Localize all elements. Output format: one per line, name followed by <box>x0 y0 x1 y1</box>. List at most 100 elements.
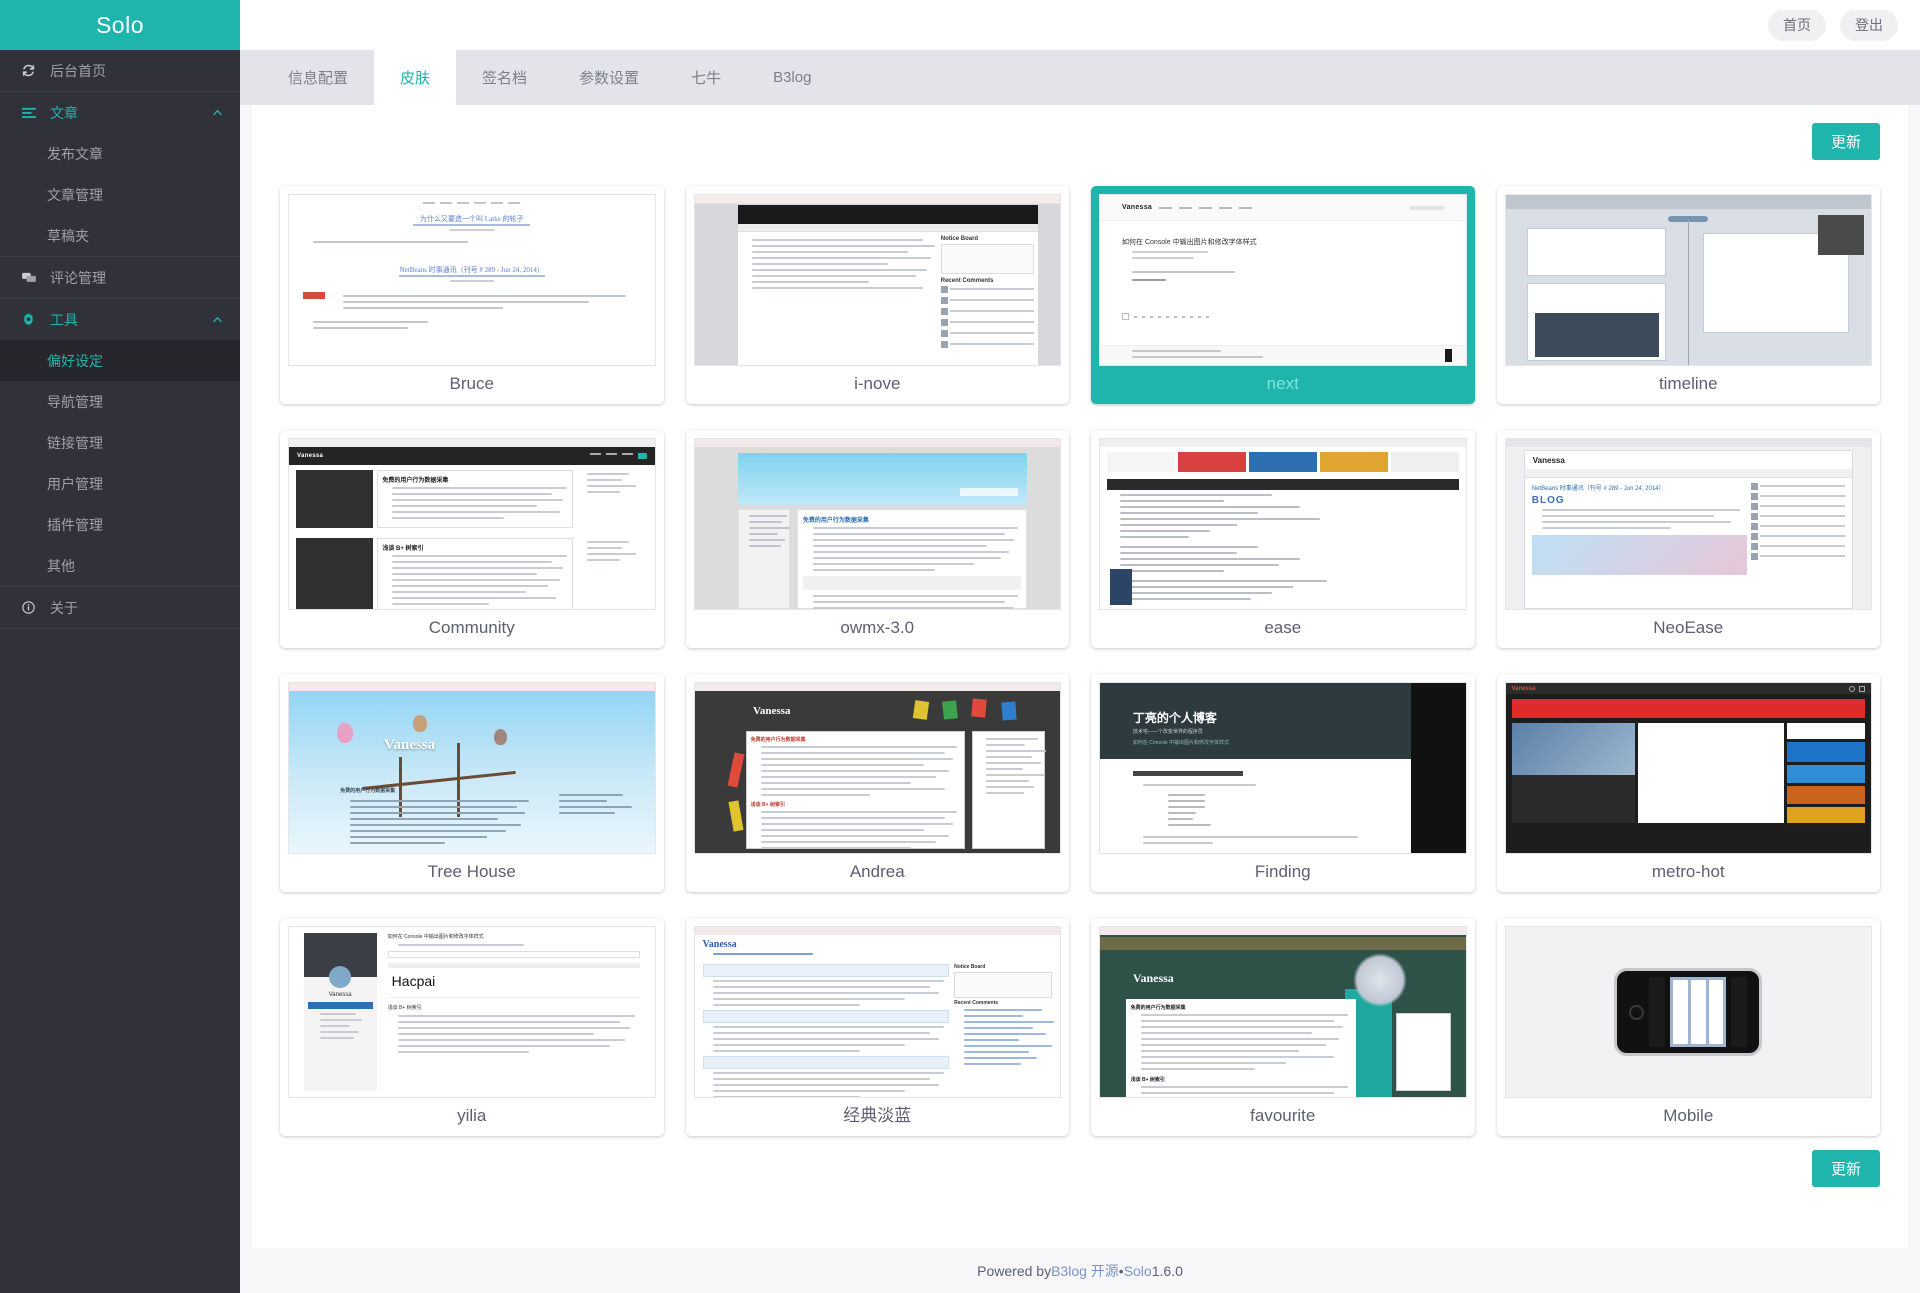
skin-label: 经典淡蓝 <box>694 1098 1062 1136</box>
skin-label: Tree House <box>288 854 656 892</box>
sidebar-item-文章[interactable]: 文章 <box>0 92 240 133</box>
sidebar-group-2: 评论管理 <box>0 257 240 299</box>
sidebar-item-文章管理[interactable]: 文章管理 <box>0 174 240 215</box>
skin-label: Finding <box>1099 854 1467 892</box>
sidebar-item-工具[interactable]: 工具 <box>0 299 240 340</box>
skin-thumbnail: VanessaNotice BoardRecent Comments <box>694 926 1062 1098</box>
main-region: 首页 登出 信息配置 皮肤 签名档 参数设置 七牛 B3log 更新 为什么又要造一个叫 … <box>240 0 1920 1293</box>
tab-参数设置[interactable]: 参数设置 <box>553 50 665 105</box>
sidebar-item-label: 发布文章 <box>47 144 103 164</box>
skin-grid: 为什么又要造一个叫 Latke 的轮子NetBeans 时事通讯（刊号 # 28… <box>280 186 1880 1136</box>
skins-panel: 更新 为什么又要造一个叫 Latke 的轮子NetBeans 时事通讯（刊号 #… <box>252 105 1908 1248</box>
skin-card-owmx-3.0[interactable]: 免费的用户行为数据采集owmx-3.0 <box>686 430 1070 648</box>
chevron-up-icon[interactable] <box>213 107 222 118</box>
sidebar-group-0: 后台首页 <box>0 50 240 92</box>
tab-label: 参数设置 <box>579 67 639 88</box>
skin-thumbnail <box>1505 194 1873 366</box>
sidebar-item-label: 偏好设定 <box>47 351 103 371</box>
skin-card-yilia[interactable]: Vanessa如何在 Console 中输出图片和修改字体样式Hacpai浅谈 … <box>280 918 664 1136</box>
sidebar-item-评论管理[interactable]: 评论管理 <box>0 257 240 298</box>
tab-B3log[interactable]: B3log <box>747 50 837 105</box>
skin-label: metro-hot <box>1505 854 1873 892</box>
brand-logo[interactable]: Solo <box>0 0 240 50</box>
sidebar-item-偏好设定[interactable]: 偏好设定 <box>0 340 240 381</box>
skin-card-Bruce[interactable]: 为什么又要造一个叫 Latke 的轮子NetBeans 时事通讯（刊号 # 28… <box>280 186 664 404</box>
skin-thumbnail <box>1099 438 1467 610</box>
sidebar-item-label: 文章 <box>50 103 78 123</box>
tab-信息配置[interactable]: 信息配置 <box>262 50 374 105</box>
skin-card-ease[interactable]: ease <box>1091 430 1475 648</box>
sidebar-item-label: 插件管理 <box>47 515 103 535</box>
skin-label: yilia <box>288 1098 656 1136</box>
skin-thumbnail: VanessaNetBeans 时事通讯（刊号 # 289 - Jun 24, … <box>1505 438 1873 610</box>
skin-thumbnail <box>1505 926 1873 1098</box>
tab-签名档[interactable]: 签名档 <box>456 50 553 105</box>
skin-card-Finding[interactable]: 丁亮的个人博客技术宅——个改变世界的程序员如何在 Console 中输出图片和修… <box>1091 674 1475 892</box>
skin-thumbnail: 免费的用户行为数据采集 <box>694 438 1062 610</box>
sidebar-item-其他[interactable]: 其他 <box>0 545 240 586</box>
sidebar-item-关于[interactable]: 关于 <box>0 587 240 628</box>
info-icon <box>22 601 42 615</box>
tab-皮肤[interactable]: 皮肤 <box>374 50 456 105</box>
tab-七牛[interactable]: 七牛 <box>665 50 747 105</box>
tab-bar: 信息配置 皮肤 签名档 参数设置 七牛 B3log <box>240 50 1920 105</box>
update-button-top[interactable]: 更新 <box>1812 123 1880 160</box>
footer-solo-link[interactable]: Solo <box>1124 1263 1152 1279</box>
sidebar-item-label: 导航管理 <box>47 392 103 412</box>
tab-label: B3log <box>773 69 811 86</box>
top-action-row: 更新 <box>280 123 1880 160</box>
skin-card-Community[interactable]: Vanessa免费的用户行为数据采集浅谈 B+ 树索引Community <box>280 430 664 648</box>
sidebar-item-链接管理[interactable]: 链接管理 <box>0 422 240 463</box>
home-button[interactable]: 首页 <box>1768 10 1826 41</box>
sidebar-item-后台首页[interactable]: 后台首页 <box>0 50 240 91</box>
skin-card-next[interactable]: Vanessa如何在 Console 中输出图片和修改字体样式next <box>1091 186 1475 404</box>
chevron-up-icon[interactable] <box>213 314 222 325</box>
skin-card-NeoEase[interactable]: VanessaNetBeans 时事通讯（刊号 # 289 - Jun 24, … <box>1497 430 1881 648</box>
bottom-action-row: 更新 <box>280 1150 1880 1187</box>
gear-icon <box>22 313 42 327</box>
skin-label: favourite <box>1099 1098 1467 1136</box>
sidebar-item-label: 关于 <box>50 598 78 618</box>
sidebar-group-3: 工具偏好设定导航管理链接管理用户管理插件管理其他 <box>0 299 240 587</box>
skin-card-Tree House[interactable]: Vanessa免费的用户行为数据采集Tree House <box>280 674 664 892</box>
skin-card-favourite[interactable]: Vanessa免费的用户行为数据采集浅谈 B+ 树索引favourite <box>1091 918 1475 1136</box>
sidebar-item-草稿夹[interactable]: 草稿夹 <box>0 215 240 256</box>
skin-card-Andrea[interactable]: Vanessa免费的用户行为数据采集浅谈 B+ 树索引Andrea <box>686 674 1070 892</box>
skin-thumbnail: Vanessa如何在 Console 中输出图片和修改字体样式 <box>1099 194 1467 366</box>
skin-label: next <box>1099 366 1467 404</box>
skin-card-i-nove[interactable]: Notice BoardRecent Commentsi-nove <box>686 186 1070 404</box>
skin-thumbnail: 丁亮的个人博客技术宅——个改变世界的程序员如何在 Console 中输出图片和修… <box>1099 682 1467 854</box>
sidebar-item-插件管理[interactable]: 插件管理 <box>0 504 240 545</box>
skin-label: i-nove <box>694 366 1062 404</box>
sidebar-group-4: 关于 <box>0 587 240 629</box>
sidebar-item-用户管理[interactable]: 用户管理 <box>0 463 240 504</box>
tab-label: 签名档 <box>482 67 527 88</box>
footer-b3log-link[interactable]: B3log 开源 <box>1051 1261 1119 1281</box>
skin-card-metro-hot[interactable]: Vanessametro-hot <box>1497 674 1881 892</box>
skin-label: timeline <box>1505 366 1873 404</box>
skin-label: Bruce <box>288 366 656 404</box>
content-panel: 更新 为什么又要造一个叫 Latke 的轮子NetBeans 时事通讯（刊号 #… <box>240 105 1920 1248</box>
list-icon <box>22 106 42 120</box>
skin-card-Mobile[interactable]: Mobile <box>1497 918 1881 1136</box>
skin-thumbnail: Vanessa免费的用户行为数据采集 <box>288 682 656 854</box>
footer-prefix: Powered by <box>977 1263 1051 1279</box>
tab-label: 皮肤 <box>400 67 430 88</box>
skin-label: NeoEase <box>1505 610 1873 648</box>
sidebar: Solo 后台首页文章发布文章文章管理草稿夹评论管理工具偏好设定导航管理链接管理… <box>0 0 240 1293</box>
skin-label: owmx-3.0 <box>694 610 1062 648</box>
skin-thumbnail: Vanessa免费的用户行为数据采集浅谈 B+ 树索引 <box>288 438 656 610</box>
sidebar-nav: 后台首页文章发布文章文章管理草稿夹评论管理工具偏好设定导航管理链接管理用户管理插… <box>0 50 240 629</box>
sidebar-item-发布文章[interactable]: 发布文章 <box>0 133 240 174</box>
sidebar-group-1: 文章发布文章文章管理草稿夹 <box>0 92 240 257</box>
skin-thumbnail: Vanessa如何在 Console 中输出图片和修改字体样式Hacpai浅谈 … <box>288 926 656 1098</box>
skin-label: Mobile <box>1505 1098 1873 1136</box>
sidebar-item-导航管理[interactable]: 导航管理 <box>0 381 240 422</box>
skin-thumbnail: 为什么又要造一个叫 Latke 的轮子NetBeans 时事通讯（刊号 # 28… <box>288 194 656 366</box>
logout-button[interactable]: 登出 <box>1840 10 1898 41</box>
skin-card-timeline[interactable]: timeline <box>1497 186 1881 404</box>
skin-card-经典淡蓝[interactable]: VanessaNotice BoardRecent Comments经典淡蓝 <box>686 918 1070 1136</box>
sidebar-item-label: 后台首页 <box>50 61 106 81</box>
tab-label: 七牛 <box>691 67 721 88</box>
update-button-bottom[interactable]: 更新 <box>1812 1150 1880 1187</box>
